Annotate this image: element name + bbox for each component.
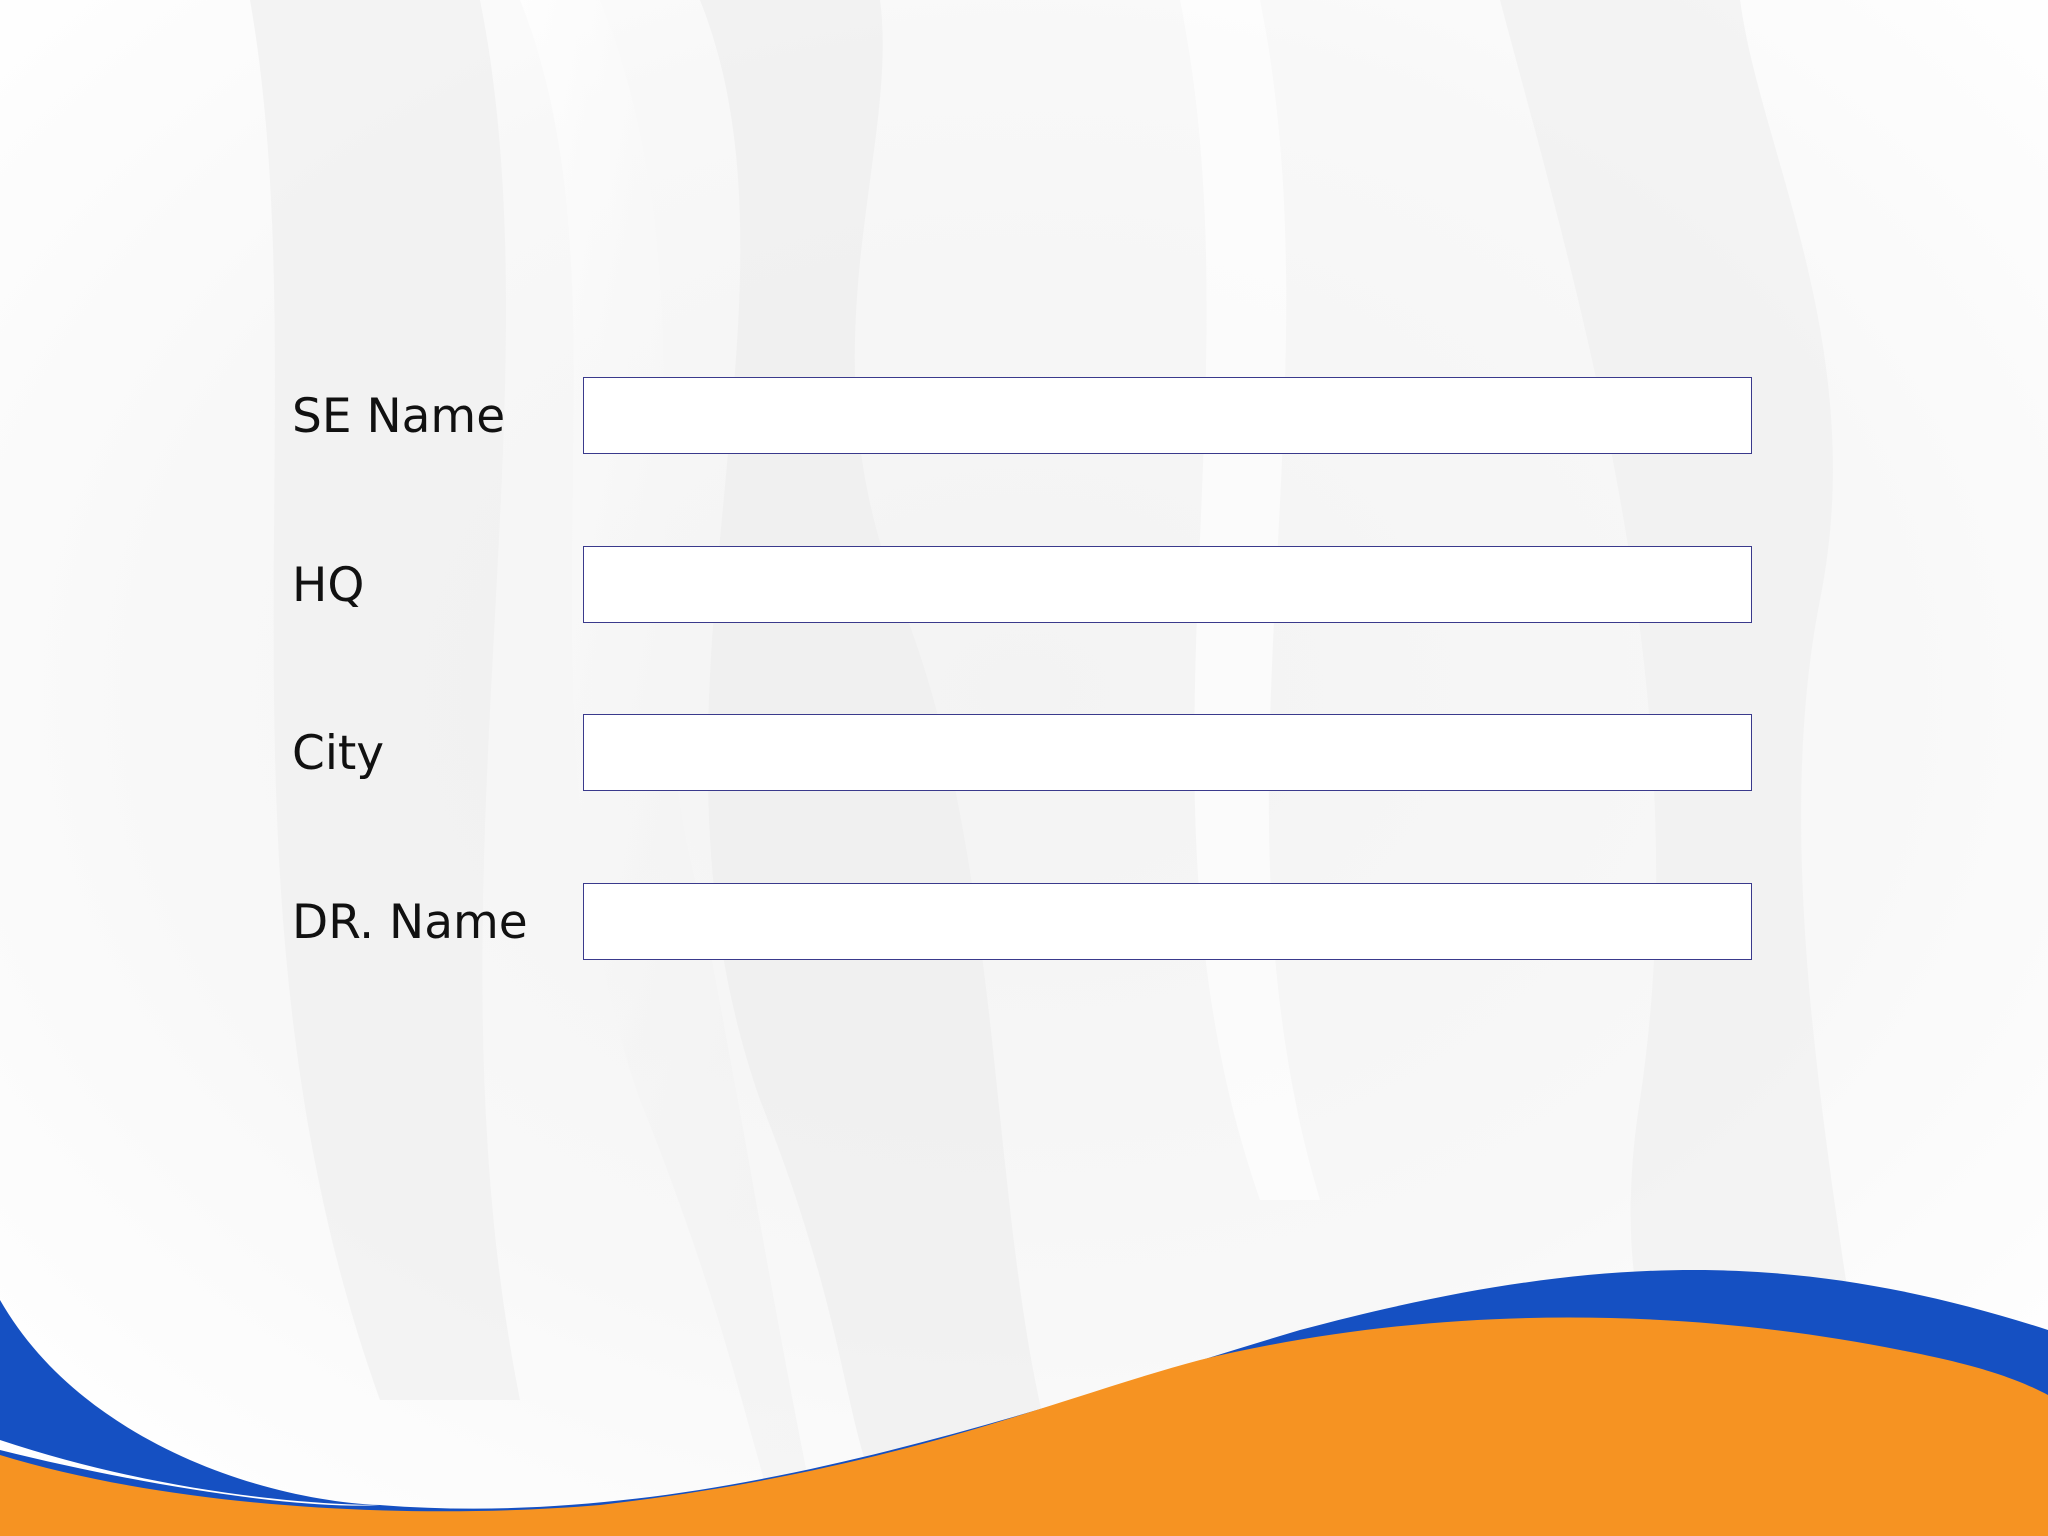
entry-form: SE Name HQ City DR. Name [0, 0, 2048, 1536]
form-row-dr-name: DR. Name [0, 883, 2048, 963]
dr-name-input[interactable] [583, 883, 1752, 960]
hq-label: HQ [292, 558, 365, 613]
se-name-label: SE Name [292, 389, 506, 444]
se-name-input[interactable] [583, 377, 1752, 454]
city-label: City [292, 726, 385, 781]
dr-name-label: DR. Name [292, 895, 528, 950]
form-row-city: City [0, 714, 2048, 794]
form-row-hq: HQ [0, 546, 2048, 626]
city-input[interactable] [583, 714, 1752, 791]
hq-input[interactable] [583, 546, 1752, 623]
form-row-se-name: SE Name [0, 377, 2048, 457]
